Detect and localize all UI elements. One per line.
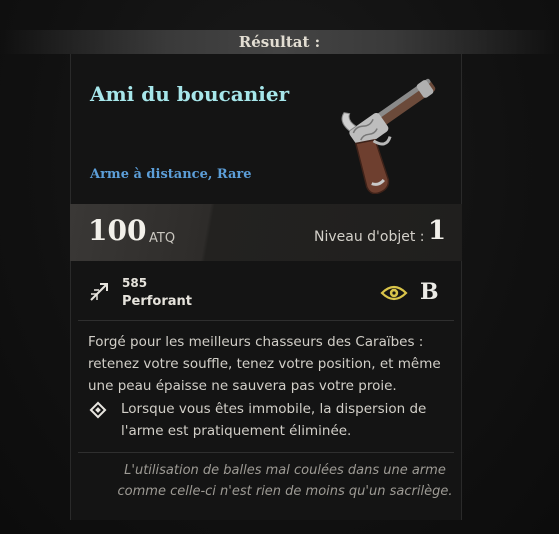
item-description: Forgé pour les meilleurs chasseurs des C…: [88, 334, 441, 394]
item-level-value: 1: [428, 216, 447, 246]
damage-value: 585: [122, 276, 148, 290]
item-type: Arme à distance, Rare: [90, 167, 252, 182]
divider: [78, 452, 454, 453]
flavor-text: L'utilisation de balles mal coulées dans…: [117, 463, 453, 499]
attack-label: ATQ: [149, 231, 176, 246]
item-level-label: Niveau d'objet :: [314, 229, 425, 245]
flintlock-pistol-image: [341, 78, 436, 194]
grade-value: B: [420, 279, 439, 305]
eye-icon: [380, 285, 408, 301]
damage-type-label: Perforant: [122, 294, 192, 309]
item-name: Ami du boucanier: [90, 82, 290, 106]
piercing-arrow-icon: [90, 283, 108, 301]
perk-text: Lorsque vous êtes immobile, la dispersio…: [121, 401, 427, 439]
result-label: Résultat :: [238, 33, 321, 51]
divider: [78, 320, 454, 321]
attack-value: 100: [88, 214, 147, 247]
result-header: Résultat :: [0, 30, 559, 54]
